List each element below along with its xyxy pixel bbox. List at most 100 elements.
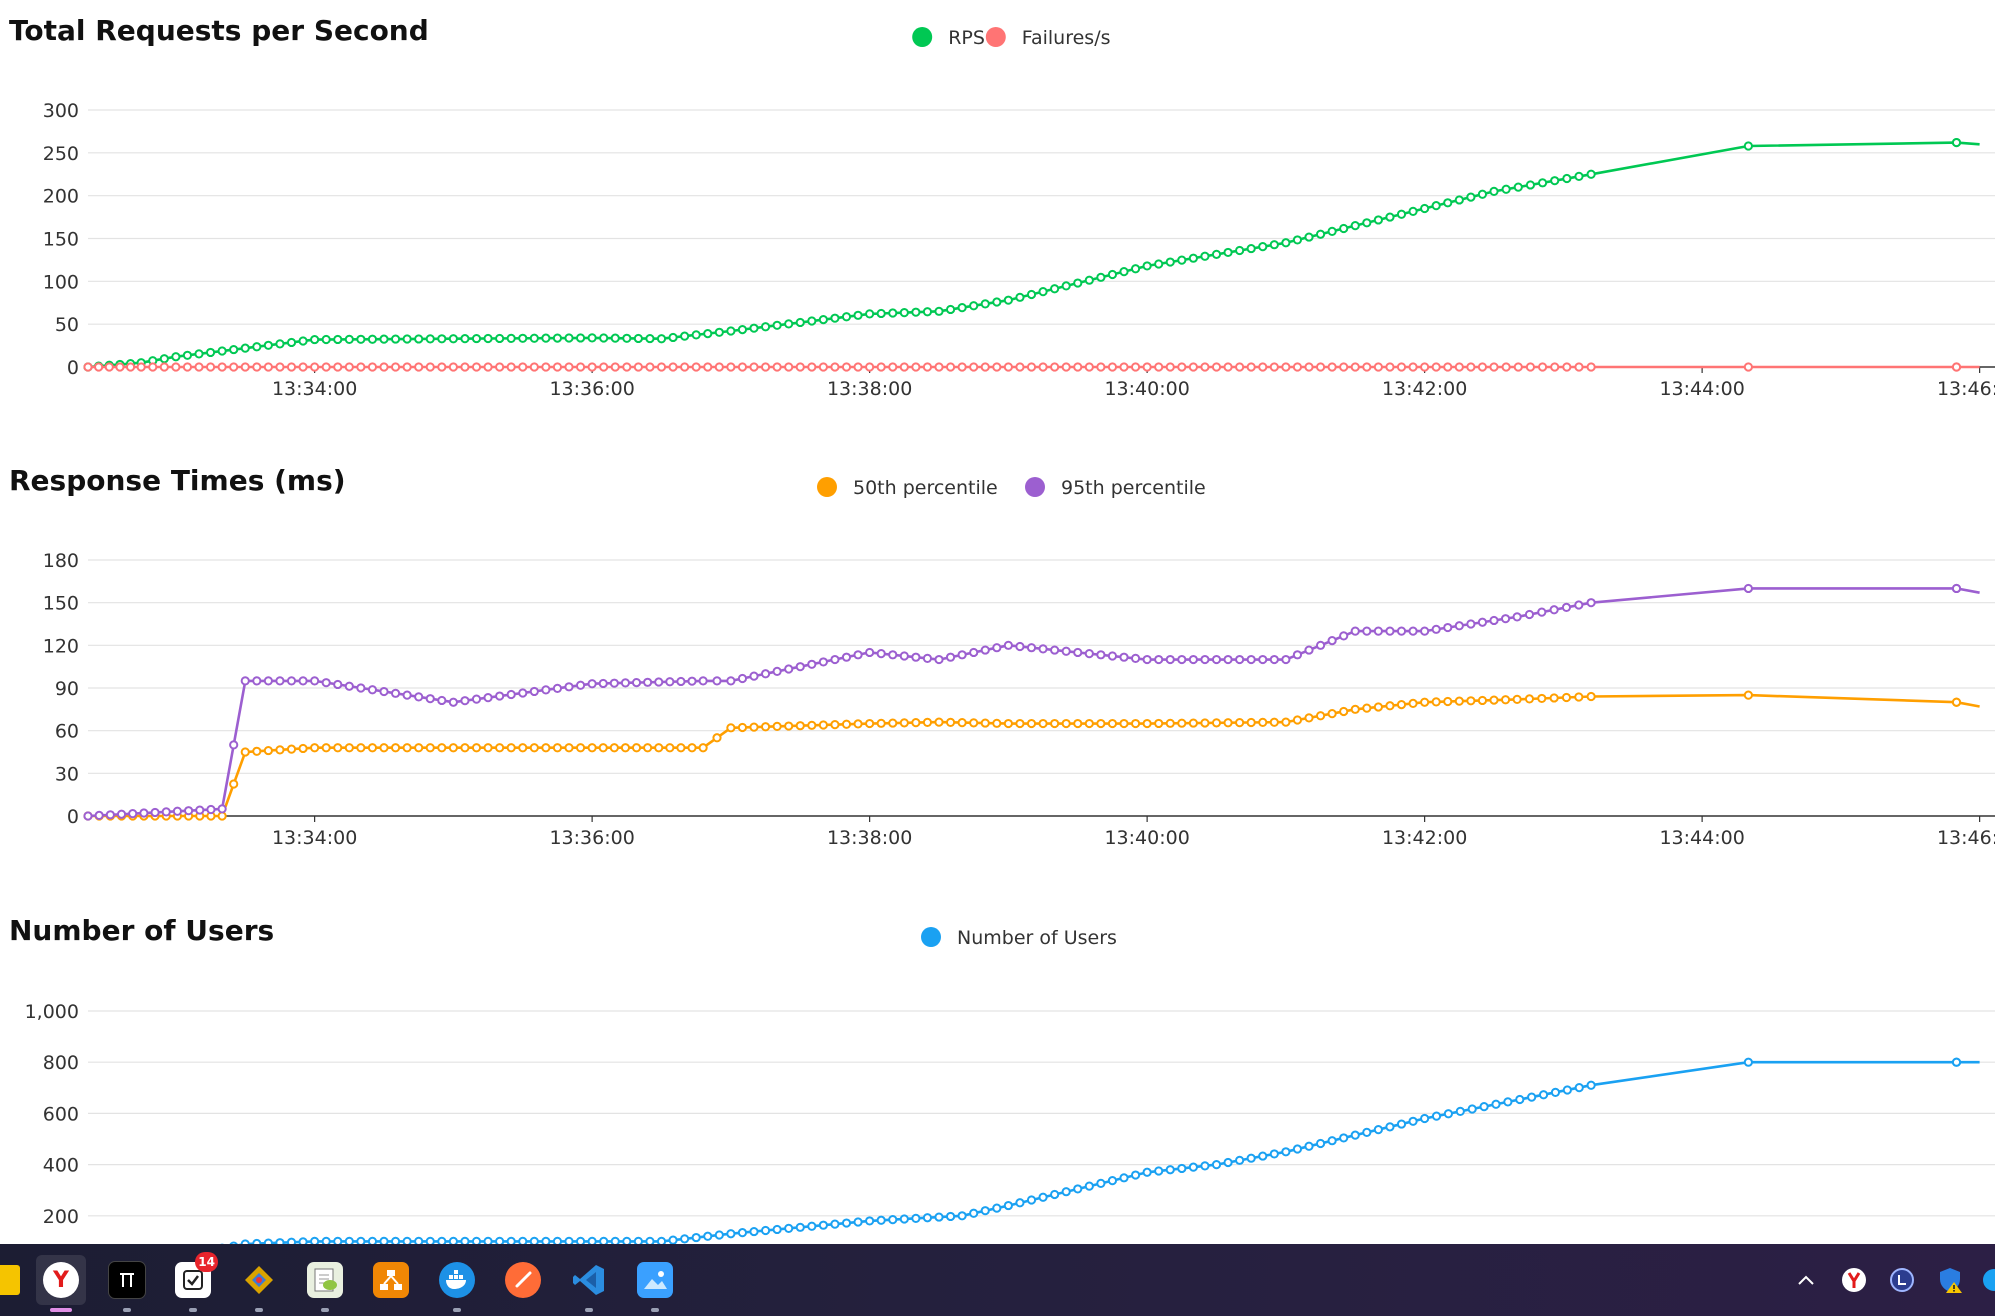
legend-item-rps[interactable]: RPS xyxy=(912,27,985,49)
data-point xyxy=(691,1232,701,1243)
data-point xyxy=(760,722,771,732)
taskbar-app-postman[interactable] xyxy=(498,1255,548,1305)
data-point xyxy=(529,686,539,697)
chart-panel-1: Total Requests per Second RPS Failures/s 0 5… xyxy=(9,14,1995,400)
data-point xyxy=(1385,212,1395,222)
taskbar-app-git[interactable] xyxy=(234,1255,284,1312)
data-point xyxy=(980,362,990,372)
data-point xyxy=(691,330,701,340)
data-point xyxy=(945,362,956,372)
data-point xyxy=(1443,362,1453,372)
y-tick-label: 150 xyxy=(43,229,79,251)
taskbar-app-vscode[interactable] xyxy=(564,1255,614,1312)
data-point xyxy=(911,307,921,317)
data-point xyxy=(980,718,990,728)
taskbar-running-indicator xyxy=(255,1308,263,1312)
data-point xyxy=(1084,1181,1094,1191)
data-point xyxy=(1362,218,1372,228)
data-point xyxy=(841,362,852,372)
data-point xyxy=(1154,654,1164,665)
data-point xyxy=(1743,141,1753,151)
legend-swatch xyxy=(1025,477,1045,497)
data-point xyxy=(333,362,343,372)
data-point xyxy=(182,350,193,360)
data-point xyxy=(1281,1147,1291,1157)
tray-overflow-button[interactable] xyxy=(1790,1264,1822,1296)
data-point xyxy=(620,678,631,688)
data-point xyxy=(414,692,424,702)
data-point xyxy=(1385,626,1395,636)
legend-item-number-of-users[interactable]: Number of Users xyxy=(921,927,1117,949)
taskbar-app-file-explorer[interactable] xyxy=(0,1255,30,1305)
data-point xyxy=(656,334,667,344)
data-point xyxy=(698,743,708,753)
legend-item-50th-percentile[interactable]: 50th percentile xyxy=(817,477,998,499)
data-point xyxy=(1512,694,1522,704)
data-point xyxy=(1489,186,1499,196)
data-point xyxy=(390,334,401,344)
data-point xyxy=(1188,1162,1198,1172)
data-point xyxy=(1477,362,1488,372)
data-point xyxy=(899,718,909,728)
data-point xyxy=(726,676,736,686)
tray-defender[interactable] xyxy=(1934,1264,1966,1296)
data-point xyxy=(631,743,642,753)
taskbar-app-yandex-browser[interactable]: Y xyxy=(36,1255,86,1312)
data-point xyxy=(1515,1094,1525,1105)
data-point xyxy=(807,720,817,730)
tray-clock-app[interactable] xyxy=(1886,1264,1918,1296)
data-point xyxy=(1003,362,1013,372)
data-point xyxy=(518,743,528,753)
data-point xyxy=(1130,653,1141,663)
tray-network[interactable] xyxy=(1978,1264,1995,1296)
data-point xyxy=(772,1224,782,1235)
data-point xyxy=(275,339,285,349)
windows-taskbar: Y 14 xyxy=(0,1244,1995,1316)
data-point xyxy=(687,743,697,753)
terminal-icon xyxy=(108,1261,146,1299)
data-point xyxy=(784,1223,794,1233)
taskbar-app-photos[interactable] xyxy=(630,1255,680,1312)
data-point xyxy=(1304,645,1314,655)
data-point xyxy=(506,743,516,753)
data-point xyxy=(865,718,875,729)
data-point xyxy=(495,691,505,701)
data-point xyxy=(1339,706,1349,717)
data-point xyxy=(865,362,875,372)
chart-title: Response Times (ms) xyxy=(9,464,346,497)
data-point xyxy=(1177,255,1187,265)
data-point xyxy=(1466,619,1476,629)
data-point xyxy=(922,362,933,372)
data-point xyxy=(1119,1173,1129,1183)
taskbar-app-notepad-plus-plus[interactable] xyxy=(300,1255,350,1312)
data-point xyxy=(1281,654,1291,665)
series-failures-s xyxy=(83,362,1980,372)
taskbar-app-docker[interactable] xyxy=(432,1255,482,1312)
data-point xyxy=(726,362,736,372)
data-point xyxy=(460,696,470,706)
taskbar-app-drawio[interactable] xyxy=(366,1255,416,1305)
data-point xyxy=(969,718,979,728)
taskbar-app-terminal[interactable] xyxy=(102,1255,152,1312)
data-point xyxy=(865,1216,875,1226)
legend-item-95th-percentile[interactable]: 95th percentile xyxy=(1025,477,1206,499)
data-point xyxy=(1015,292,1025,302)
data-point xyxy=(1489,362,1499,372)
data-point xyxy=(1026,718,1037,729)
data-point xyxy=(471,743,482,753)
data-point xyxy=(1489,695,1499,705)
data-point xyxy=(714,327,724,337)
data-point xyxy=(760,362,771,372)
data-point xyxy=(712,733,722,743)
y-tick-label: 200 xyxy=(43,186,79,208)
data-point xyxy=(1396,362,1407,372)
data-point xyxy=(992,297,1002,307)
data-point xyxy=(1142,718,1152,729)
data-point xyxy=(286,337,297,348)
tray-yandex[interactable] xyxy=(1838,1264,1870,1296)
data-point xyxy=(726,723,736,733)
data-point xyxy=(575,333,586,343)
data-point xyxy=(1015,1198,1025,1208)
taskbar-app-todo[interactable]: 14 xyxy=(168,1252,218,1312)
legend-item-failures-s[interactable]: Failures/s xyxy=(985,27,1111,49)
